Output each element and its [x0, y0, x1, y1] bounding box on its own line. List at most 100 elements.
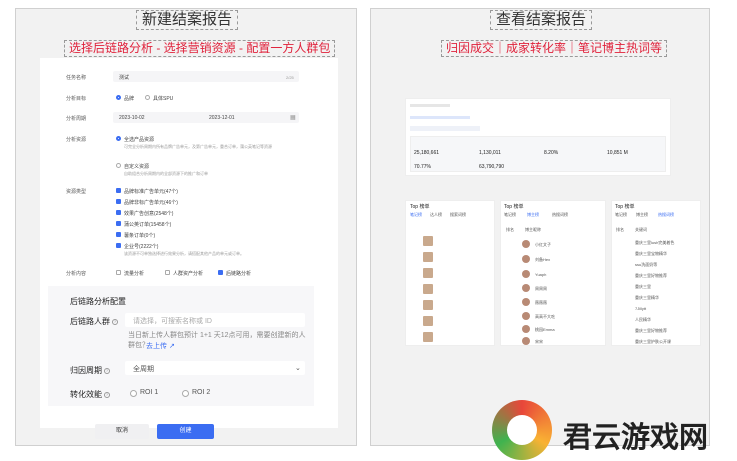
- period-label: 分析周期: [66, 116, 87, 122]
- external-link-icon: ↗: [168, 343, 175, 350]
- content-traffic-label: 流量分析: [124, 271, 145, 277]
- resource-custom-label: 自定义资源: [124, 164, 150, 170]
- keyword-row: 重庆三里lush完美着色: [635, 240, 675, 245]
- period-end: 2023-12-01: [209, 115, 235, 121]
- type-label-3: 效果广告创意(2548个): [124, 211, 174, 217]
- content-crowd-label: 人群资产分析: [173, 271, 204, 277]
- top-card-3-title: Top 榜单: [615, 204, 635, 210]
- config-heading: 后链路分析配置: [70, 297, 126, 306]
- keyword-row: ssu洗面奶等: [635, 262, 658, 267]
- chevron-down-icon[interactable]: ⌄: [295, 364, 301, 372]
- tab-3-2[interactable]: 博主榜: [636, 212, 648, 218]
- calendar-icon[interactable]: ▦: [290, 114, 296, 121]
- content-post-link-label: 后链路分析: [226, 271, 252, 277]
- task-name-label: 任务名称: [66, 75, 87, 81]
- resource-custom-radio[interactable]: [116, 163, 121, 168]
- roi2-radio[interactable]: [182, 390, 189, 397]
- cancel-button[interactable]: 取消: [95, 424, 149, 439]
- type-checkbox-3[interactable]: [116, 210, 121, 215]
- right-subtitle: 归因成交｜成家转化率｜笔记博主热词等: [441, 40, 668, 57]
- col-rank-3: 排名: [616, 227, 624, 232]
- type-label-5: 薯条订单(0个): [124, 233, 156, 239]
- keyword-row: 重庆三里好物推荐: [635, 328, 667, 333]
- attribution-help-icon: ?: [104, 367, 110, 374]
- attribution-value: 全周期: [133, 366, 154, 373]
- target-brand-radio[interactable]: [116, 95, 121, 100]
- create-button[interactable]: 创建: [157, 424, 214, 439]
- type-checkbox-5[interactable]: [116, 232, 121, 237]
- task-name-input[interactable]: [113, 71, 299, 82]
- resource-all-hint: 可完全分析周期内所有品牌广告单元，及第广告单元，重合订单，蒲公英笔记等资源: [124, 144, 272, 149]
- crowd-label: 后链路人群?: [70, 317, 118, 326]
- top-card-notes: [405, 200, 495, 346]
- blogger-row: 高高不大吃: [535, 314, 555, 319]
- type-checkbox-2[interactable]: [116, 199, 121, 204]
- roi1-radio[interactable]: [130, 390, 137, 397]
- content-crowd-checkbox[interactable]: [165, 270, 170, 275]
- keyword-row: 重庆三里精华: [635, 295, 659, 300]
- tab-2-3[interactable]: 热搜词榜: [552, 212, 568, 218]
- resource-all-label: 全选产品资源: [124, 137, 155, 143]
- note-thumb: [423, 252, 433, 262]
- conversion-help-icon: ?: [104, 391, 110, 398]
- metric-1: 25,180,661: [414, 150, 440, 156]
- keyword-row: 重庆三里好物推荐: [635, 273, 667, 278]
- avatar: [522, 270, 530, 278]
- resource-label: 分析资源: [66, 137, 87, 143]
- resource-all-radio[interactable]: [116, 136, 121, 141]
- target-spu-label: 具体SPU: [153, 96, 174, 102]
- tab-2-1[interactable]: 笔记榜: [504, 212, 516, 218]
- note-thumb: [423, 300, 433, 310]
- type-checkbox-4[interactable]: [116, 221, 121, 226]
- resource-custom-hint: 自助组合分析周期内的全部资源下的推广和订单: [124, 171, 208, 176]
- right-title: 查看结案报告: [490, 10, 593, 30]
- tab-1-1[interactable]: 笔记榜: [410, 212, 422, 218]
- tab-2-2[interactable]: 博主榜: [527, 212, 539, 218]
- blogger-row: 薇薇薇: [535, 300, 547, 305]
- avatar: [522, 284, 530, 292]
- keyword-row: 重庆三里宝物精华: [635, 251, 667, 256]
- conversion-label: 转化效能?: [70, 390, 110, 399]
- crowd-help-icon: ?: [112, 318, 118, 325]
- keyword-row: 重庆三里: [635, 284, 651, 289]
- type-checkbox-6[interactable]: [116, 243, 121, 248]
- summary-filter[interactable]: [410, 126, 480, 131]
- roi1-label: ROI 1: [140, 389, 159, 396]
- content-traffic-checkbox[interactable]: [116, 270, 121, 275]
- keyword-row: 重庆三里护肤公开课: [635, 339, 671, 344]
- metric-3: 8.20%: [544, 150, 559, 156]
- types-hint: 该资源不可单独选择进行效果分析，请搭配其他产品的单元或订单。: [124, 251, 244, 256]
- crowd-placeholder: 请选择，可搜索名称或 ID: [133, 318, 212, 325]
- note-thumb: [423, 268, 433, 278]
- blogger-row: Yuaph: [535, 272, 547, 277]
- top-card-2-title: Top 榜单: [504, 204, 524, 210]
- keyword-row: 7Jillytt: [635, 306, 647, 311]
- keyword-row: 人民精华: [635, 317, 651, 322]
- target-spu-radio[interactable]: [145, 95, 150, 100]
- attribution-label: 归因周期?: [70, 366, 110, 375]
- summary-toolbar: [410, 104, 450, 107]
- col-rank-2: 排名: [506, 227, 514, 232]
- summary-tabs[interactable]: [410, 116, 470, 119]
- metric-5: 70.77%: [414, 164, 431, 170]
- tab-1-2[interactable]: 达人榜: [430, 212, 442, 218]
- tab-3-1[interactable]: 笔记榜: [615, 212, 627, 218]
- metric-4: 10,851 M: [607, 150, 628, 156]
- task-name-value: 测试: [119, 75, 130, 81]
- content-post-link-checkbox[interactable]: [218, 270, 223, 275]
- tab-3-3[interactable]: 热搜词榜: [658, 212, 674, 218]
- type-label-4: 蒲公英订单(15458个): [124, 222, 172, 228]
- type-checkbox-1[interactable]: [116, 188, 121, 193]
- blogger-row: 周周周: [535, 286, 547, 291]
- upload-link[interactable]: 去上传 ↗: [146, 341, 175, 351]
- target-label: 分析目标: [66, 96, 87, 102]
- tab-1-3[interactable]: 搜索词榜: [450, 212, 466, 218]
- roi2-label: ROI 2: [192, 389, 211, 396]
- avatar: [522, 325, 530, 333]
- target-brand-label: 品牌: [124, 96, 135, 102]
- period-start: 2023-10-02: [119, 115, 145, 121]
- type-label-1: 品牌标准广告单元(47个): [124, 189, 178, 195]
- left-subtitle: 选择后链路分析 - 选择营销资源 - 配置一方人群包: [64, 40, 336, 57]
- resource-type-label: 资源类型: [66, 189, 87, 195]
- avatar: [522, 298, 530, 306]
